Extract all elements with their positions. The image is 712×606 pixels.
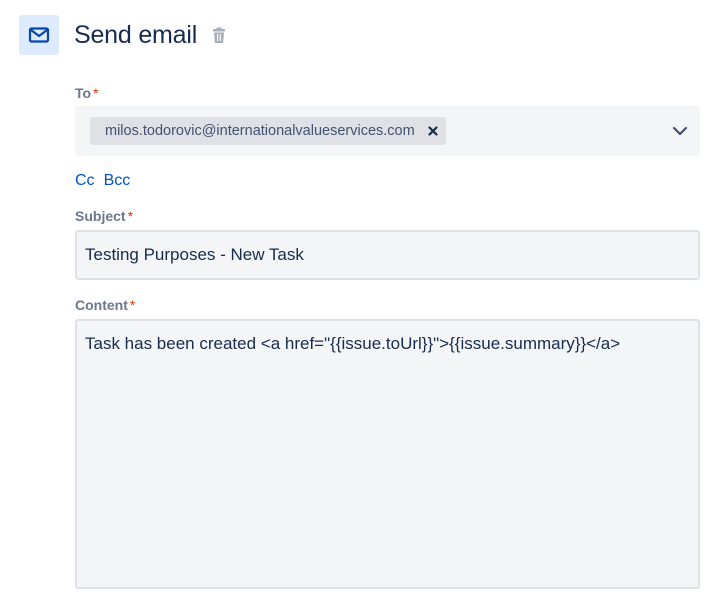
cc-link[interactable]: Cc xyxy=(75,172,95,189)
send-email-action: Send email To * milos.todorovic@internati… xyxy=(0,0,712,606)
recipient-email: milos.todorovic@internationalvalueservic… xyxy=(105,123,415,139)
to-field[interactable]: milos.todorovic@internationalvalueservic… xyxy=(75,106,700,156)
recipient-chip: milos.todorovic@internationalvalueservic… xyxy=(90,117,446,145)
to-label: To * xyxy=(75,84,99,102)
cc-bcc-links: Cc Bcc xyxy=(75,171,130,191)
required-asterisk: * xyxy=(93,85,99,101)
mail-icon xyxy=(19,15,59,55)
required-asterisk: * xyxy=(127,208,134,224)
trash-icon[interactable] xyxy=(208,24,230,46)
content-label: Content * xyxy=(75,296,135,314)
content-label-text: Content xyxy=(75,297,128,313)
chevron-down-icon[interactable] xyxy=(670,121,690,141)
subject-input[interactable]: Testing Purposes - New Task xyxy=(75,230,700,280)
to-label-text: To xyxy=(75,85,92,101)
required-asterisk: * xyxy=(129,297,136,313)
close-icon[interactable] xyxy=(426,124,440,138)
subject-label: Subject * xyxy=(75,207,133,225)
content-textarea[interactable]: Task has been created <a href="{{issue.t… xyxy=(75,319,700,589)
subject-label-text: Subject xyxy=(75,208,126,224)
bcc-link[interactable]: Bcc xyxy=(104,172,131,189)
page-title: Send email xyxy=(74,21,198,49)
